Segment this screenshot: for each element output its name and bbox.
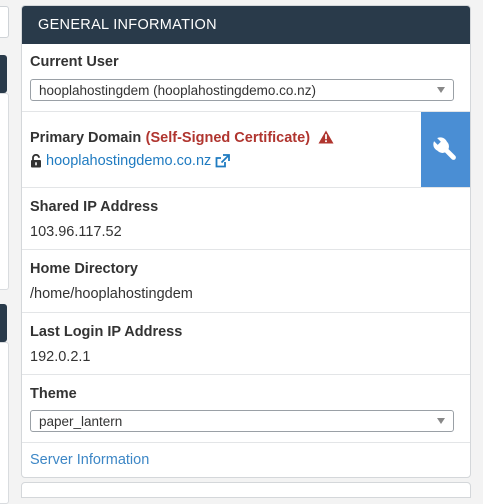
left-panel-body-fragment — [0, 93, 9, 290]
theme-selected-value: paper_lantern — [39, 413, 123, 429]
theme-row: Theme paper_lantern — [22, 375, 470, 443]
certificate-status: (Self-Signed Certificate) — [145, 130, 311, 146]
wrench-icon — [432, 136, 456, 160]
external-link-icon[interactable] — [215, 154, 231, 168]
general-information-panel: GENERAL INFORMATION Current User hooplah… — [21, 5, 471, 478]
current-user-selected-value: hooplahostingdem (hooplahostingdemo.co.n… — [39, 82, 316, 98]
domain-settings-button[interactable] — [421, 112, 470, 187]
left-panel-body-fragment-2 — [0, 342, 9, 504]
shared-ip-row: Shared IP Address 103.96.117.52 — [22, 188, 470, 250]
domain-line: hooplahostingdemo.co.nz — [30, 153, 231, 169]
left-panel-fragment — [0, 6, 9, 38]
primary-domain-row: Primary Domain (Self-Signed Certificate)… — [22, 112, 470, 188]
server-information-row: Server Information — [22, 443, 470, 477]
primary-domain-link[interactable]: hooplahostingdemo.co.nz — [46, 153, 211, 169]
last-login-ip-value: 192.0.2.1 — [30, 349, 91, 365]
left-panel-header-fragment-2 — [0, 304, 7, 342]
warning-triangle-icon — [318, 130, 334, 144]
current-user-label: Current User — [30, 54, 119, 70]
primary-domain-line: Primary Domain (Self-Signed Certificate) — [30, 129, 334, 147]
last-login-ip-label: Last Login IP Address — [30, 324, 183, 340]
current-user-row: Current User hooplahostingdem (hooplahos… — [22, 44, 470, 112]
next-panel-fragment — [21, 482, 471, 498]
chevron-down-icon — [437, 418, 445, 424]
home-directory-value: /home/hooplahostingdem — [30, 286, 193, 302]
home-directory-row: Home Directory /home/hooplahostingdem — [22, 250, 470, 313]
theme-select[interactable]: paper_lantern — [30, 410, 454, 432]
theme-label: Theme — [30, 386, 77, 402]
shared-ip-value: 103.96.117.52 — [30, 224, 122, 240]
chevron-down-icon — [437, 87, 445, 93]
server-information-link[interactable]: Server Information — [30, 452, 149, 468]
unlock-icon — [31, 154, 41, 168]
home-directory-label: Home Directory — [30, 261, 138, 277]
primary-domain-label: Primary Domain — [30, 130, 142, 146]
shared-ip-label: Shared IP Address — [30, 199, 159, 215]
panel-title: GENERAL INFORMATION — [22, 6, 470, 44]
last-login-ip-row: Last Login IP Address 192.0.2.1 — [22, 313, 470, 375]
left-panel-header-fragment — [0, 55, 7, 93]
current-user-select[interactable]: hooplahostingdem (hooplahostingdemo.co.n… — [30, 79, 454, 101]
